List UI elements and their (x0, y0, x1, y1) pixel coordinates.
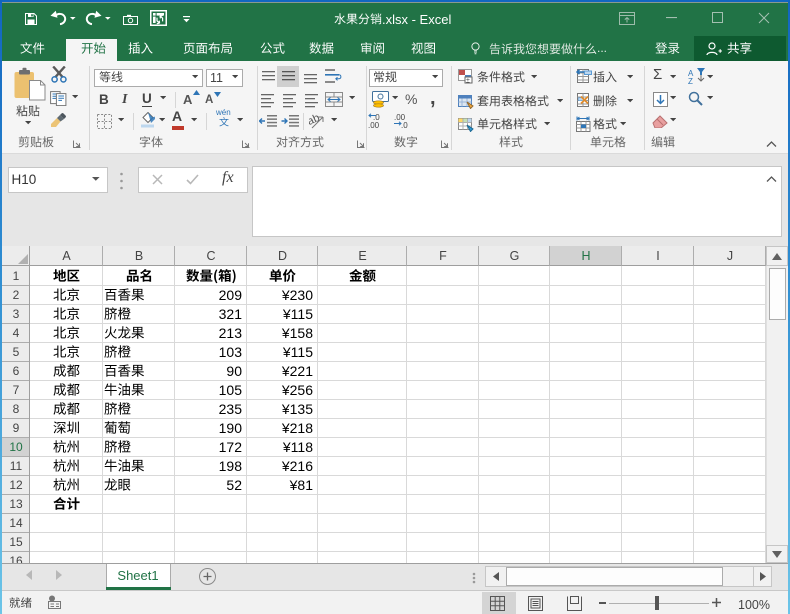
svg-text:Z: Z (688, 77, 693, 84)
svg-text:ab: ab (309, 114, 322, 128)
svg-text:±: ± (466, 78, 470, 85)
svg-text:.0: .0 (401, 121, 408, 129)
svg-text:.00: .00 (368, 121, 380, 129)
